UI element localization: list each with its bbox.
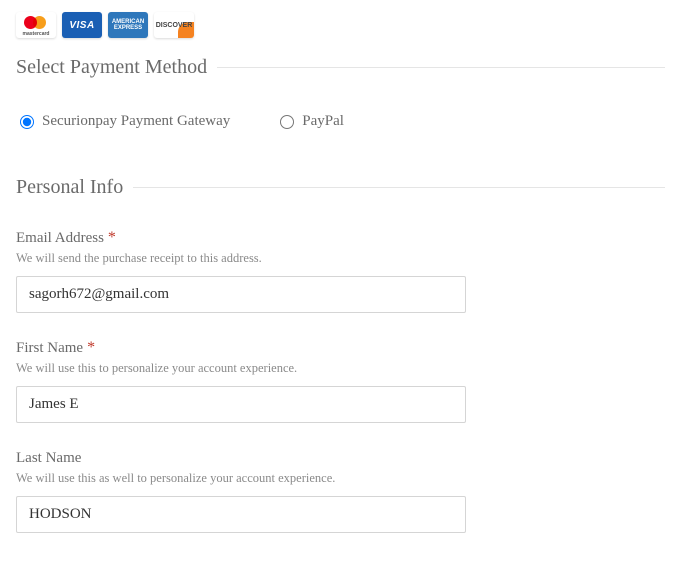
personal-info-legend: Personal Info bbox=[16, 176, 133, 199]
last-name-field[interactable] bbox=[16, 496, 466, 533]
securionpay-radio[interactable] bbox=[20, 115, 34, 129]
payment-method-legend: Select Payment Method bbox=[16, 56, 217, 79]
email-help: We will send the purchase receipt to thi… bbox=[16, 251, 466, 266]
amex-icon: AMERICAN EXPRESS bbox=[108, 12, 148, 38]
securionpay-label: Securionpay Payment Gateway bbox=[42, 113, 230, 130]
first-name-required: * bbox=[87, 339, 95, 356]
payment-option-securionpay[interactable]: Securionpay Payment Gateway bbox=[20, 113, 230, 130]
email-label: Email Address bbox=[16, 230, 104, 246]
personal-info-section: Personal Info Email Address * We will se… bbox=[16, 176, 665, 533]
paypal-label: PayPal bbox=[302, 113, 344, 130]
email-required: * bbox=[108, 229, 116, 246]
payment-option-paypal[interactable]: PayPal bbox=[280, 113, 344, 130]
discover-icon: DISCOVER bbox=[154, 12, 194, 38]
last-name-field-group: Last Name We will use this as well to pe… bbox=[16, 449, 466, 533]
first-name-field-group: First Name * We will use this to persona… bbox=[16, 339, 466, 423]
first-name-field[interactable] bbox=[16, 386, 466, 423]
email-field[interactable] bbox=[16, 276, 466, 313]
visa-icon: VISA bbox=[62, 12, 102, 38]
last-name-help: We will use this as well to personalize … bbox=[16, 471, 466, 486]
first-name-label: First Name bbox=[16, 340, 83, 356]
mastercard-icon: mastercard bbox=[16, 12, 56, 38]
email-field-group: Email Address * We will send the purchas… bbox=[16, 229, 466, 313]
paypal-radio[interactable] bbox=[280, 115, 294, 129]
first-name-help: We will use this to personalize your acc… bbox=[16, 361, 466, 376]
last-name-label: Last Name bbox=[16, 450, 81, 466]
accepted-cards: mastercard VISA AMERICAN EXPRESS DISCOVE… bbox=[16, 12, 665, 38]
payment-method-section: Select Payment Method Securionpay Paymen… bbox=[16, 56, 665, 148]
